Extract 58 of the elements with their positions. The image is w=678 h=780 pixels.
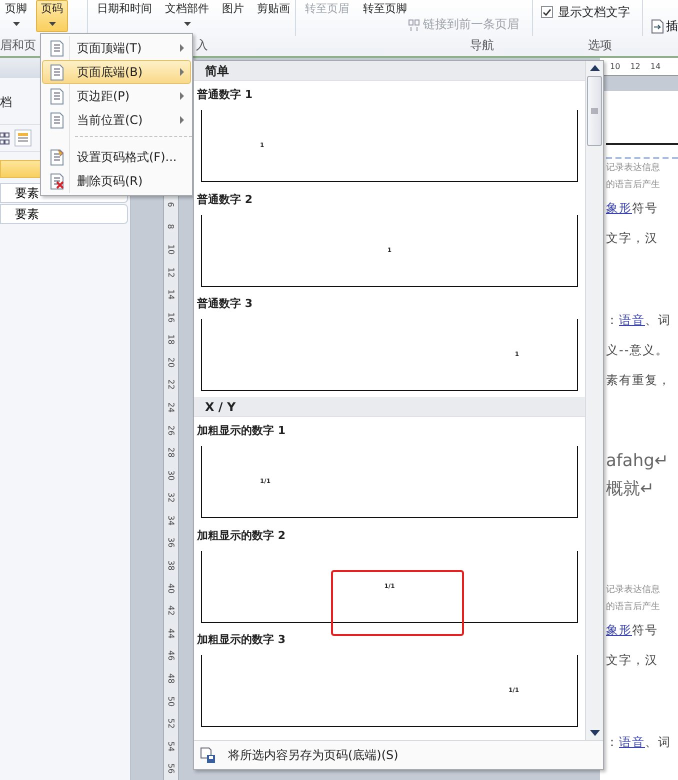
- ruler-number: 32: [166, 492, 176, 503]
- gallery-item-title: 普通数字 3: [196, 296, 252, 312]
- document-text: 、词: [645, 313, 671, 327]
- gallery-item-title: 加粗显示的数字 1: [196, 423, 286, 439]
- ruler-number: 14: [650, 62, 661, 71]
- ruler-number: 38: [166, 560, 176, 571]
- document-heading: 概就↵: [606, 478, 654, 501]
- document-text: ：: [606, 735, 619, 749]
- document-text: 符号: [632, 201, 658, 215]
- document-text: 文字，汉: [606, 230, 658, 247]
- ruler-number: 26: [166, 424, 176, 436]
- ruler-number: 42: [166, 606, 176, 616]
- document-text: 记录表达信息: [606, 162, 660, 175]
- ruler-number: 24: [166, 402, 176, 413]
- document-heading: afahg↵: [606, 450, 669, 473]
- ruler-number: 14: [166, 290, 176, 300]
- ruler-number: 6: [166, 202, 176, 207]
- document-text: 的语言后产生: [606, 600, 660, 614]
- gallery-item-title: 加粗显示的数字 3: [196, 632, 286, 648]
- group-label: 导航: [470, 37, 494, 54]
- ruler-number: 10: [166, 244, 176, 255]
- gallery-item-title: 加粗显示的数字 2: [196, 528, 286, 544]
- ruler-number: 22: [166, 380, 176, 390]
- ruler-number: 30: [166, 470, 176, 480]
- group-label: 入: [196, 37, 208, 54]
- ruler-number: 8: [166, 224, 176, 230]
- document-text: 的语言后产生: [606, 178, 660, 192]
- section-header: X / Y: [194, 397, 585, 417]
- group-label: 选项: [588, 37, 612, 54]
- group-label: 眉和页: [0, 37, 36, 54]
- section-header: 简单: [194, 61, 585, 81]
- ruler-number: 36: [166, 538, 176, 548]
- document-text: 文字，汉: [606, 652, 658, 669]
- document-text: 记录表达信息: [606, 584, 660, 597]
- gallery-item-title: 普通数字 2: [196, 192, 252, 208]
- ruler-number: 10: [610, 62, 620, 71]
- gallery-item-title: 普通数字 1: [196, 87, 252, 103]
- ruler-number: 48: [166, 673, 176, 684]
- ruler-number: 18: [166, 334, 176, 345]
- ruler-number: 56: [166, 764, 176, 774]
- pane-title: 档: [0, 94, 12, 111]
- ruler-number: 12: [166, 266, 176, 278]
- document-text: 义--意义。: [606, 342, 669, 359]
- document-text: 符号: [632, 623, 658, 637]
- ruler-number: 40: [166, 583, 176, 594]
- document-text: 、词: [645, 735, 671, 749]
- document-text: 素有重复，: [606, 372, 671, 389]
- ruler-number: 54: [166, 741, 176, 752]
- ruler-number: 16: [166, 312, 176, 322]
- ruler-number: 46: [166, 650, 176, 661]
- ruler-number: 52: [166, 718, 176, 729]
- ruler-number: 28: [166, 448, 176, 458]
- ruler-number: 12: [630, 62, 640, 71]
- ruler-number: 44: [166, 628, 176, 638]
- ruler-number: 50: [166, 696, 176, 706]
- document-text: ：: [606, 313, 619, 327]
- ruler-number: 20: [166, 357, 176, 368]
- ruler-number: 34: [166, 515, 176, 526]
